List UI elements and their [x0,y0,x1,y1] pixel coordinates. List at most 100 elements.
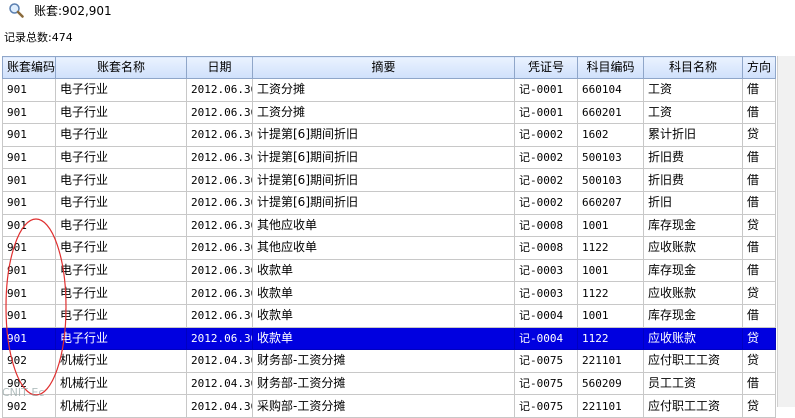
col-account-name-cell: 电子行业 [55,190,187,215]
table-row[interactable]: 902 机械行业 2012.04.30 财务部-工资分摊 记-0075 560209 员工工… [2,371,776,396]
col-date-cell: 2012.06.30 [186,258,253,283]
col-subject-name-cell: 累计折旧 [643,123,743,147]
col-direction-cell: 借 [742,236,776,260]
magnifier-icon[interactable] [8,2,24,18]
col-date-cell: 2012.04.30 [186,394,253,418]
col-summary-cell: 收款单 [252,326,515,351]
voucher-grid: 账套编码 账套名称 日期 摘要 凭证号 科目编码 科目名称 方向 901 电子行业 2012.06… [2,56,776,418]
col-account-name-cell: 电子行业 [55,100,187,125]
col-voucher-no-cell: 记-0075 [514,394,578,418]
col-summary-cell: 收款单 [252,258,515,283]
col-subject-name-header[interactable]: 科目名称 [643,56,743,79]
col-subject-name-cell: 应付职工工资 [643,349,743,373]
col-subject-name-cell: 应收账款 [643,236,743,260]
col-account-code-cell: 901 [2,258,56,283]
col-summary-cell: 计提第[6]期间折旧 [252,190,515,215]
col-summary-cell: 其他应收单 [252,213,515,238]
col-account-name-cell: 电子行业 [55,326,187,351]
col-date-cell: 2012.06.30 [186,236,253,260]
col-account-code-header[interactable]: 账套编码 [2,56,56,79]
col-account-name-cell: 电子行业 [55,258,187,283]
table-row[interactable]: 901 电子行业 2012.06.30 收款单 记-0003 1001 库存现金借 [2,258,776,283]
col-direction-cell: 借 [742,190,776,215]
col-account-name-cell: 机械行业 [55,349,187,373]
col-date-cell: 2012.06.30 [186,100,253,125]
col-date-cell: 2012.04.30 [186,349,253,373]
table-row[interactable]: 902 机械行业 2012.04.30 财务部-工资分摊 记-0075 221101 应付职… [2,349,776,373]
col-subject-code-cell: 1001 [577,303,644,328]
table-row[interactable]: 901 电子行业 2012.06.30 其他应收单 记-0008 1001 库存现金贷 [2,213,776,238]
col-direction-header[interactable]: 方向 [742,56,776,79]
col-direction-cell: 借 [742,78,776,102]
col-account-name-cell: 电子行业 [55,236,187,260]
col-account-code-cell: 901 [2,100,56,125]
col-subject-name-cell: 折旧 [643,190,743,215]
col-voucher-no-cell: 记-0001 [514,100,578,125]
table-row[interactable]: 901 电子行业 2012.06.30 计提第[6]期间折旧 记-0002 500103 折… [2,168,776,192]
col-voucher-no-cell: 记-0004 [514,303,578,328]
col-summary-cell: 计提第[6]期间折旧 [252,145,515,170]
col-subject-name-cell: 折旧费 [643,168,743,192]
col-subject-code-cell: 660201 [577,100,644,125]
table-row[interactable]: 901 电子行业 2012.06.30 工资分摊 记-0001 660104 工资借 [2,78,776,102]
col-summary-header[interactable]: 摘要 [252,56,515,79]
col-account-name-cell: 电子行业 [55,145,187,170]
col-direction-cell: 贷 [742,123,776,147]
col-summary-cell: 其他应收单 [252,236,515,260]
col-date-cell: 2012.06.30 [186,168,253,192]
col-account-code-cell: 902 [2,349,56,373]
table-row[interactable]: 901 电子行业 2012.06.30 收款单 记-0004 1122 应收账款贷 [2,326,776,351]
table-row[interactable]: 902 机械行业 2012.04.30 采购部-工资分摊 记-0075 221101 应付职… [2,394,776,418]
col-voucher-no-cell: 记-0008 [514,213,578,238]
col-subject-name-cell: 折旧费 [643,145,743,170]
col-account-code-cell: 901 [2,213,56,238]
col-subject-code-header[interactable]: 科目编码 [577,56,644,79]
col-subject-code-cell: 1122 [577,281,644,305]
col-direction-cell: 借 [742,303,776,328]
col-account-name-cell: 机械行业 [55,371,187,396]
col-voucher-no-cell: 记-0001 [514,78,578,102]
col-subject-code-cell: 500103 [577,145,644,170]
col-account-name-header[interactable]: 账套名称 [55,56,187,79]
col-direction-cell: 借 [742,371,776,396]
col-date-header[interactable]: 日期 [186,56,253,79]
table-row[interactable]: 901 电子行业 2012.06.30 收款单 记-0003 1122 应收账款贷 [2,281,776,305]
vertical-scrollbar[interactable] [777,56,795,407]
col-voucher-no-cell: 记-0008 [514,236,578,260]
col-account-code-cell: 901 [2,145,56,170]
col-subject-name-cell: 员工工资 [643,371,743,396]
col-subject-code-cell: 1122 [577,236,644,260]
col-subject-name-cell: 工资 [643,100,743,125]
table-row[interactable]: 901 电子行业 2012.06.30 计提第[6]期间折旧 记-0002 660207 折… [2,190,776,215]
col-summary-cell: 财务部-工资分摊 [252,349,515,373]
table-row[interactable]: 901 电子行业 2012.06.30 其他应收单 记-0008 1122 应收账款借 [2,236,776,260]
col-account-code-cell: 901 [2,326,56,351]
record-count: 记录总数:474 [4,31,73,44]
col-account-name-cell: 电子行业 [55,281,187,305]
col-date-cell: 2012.06.30 [186,190,253,215]
table-row[interactable]: 901 电子行业 2012.06.30 计提第[6]期间折旧 记-0002 500103 折… [2,145,776,170]
col-summary-cell: 工资分摊 [252,78,515,102]
col-voucher-no-cell: 记-0004 [514,326,578,351]
col-account-name-cell: 电子行业 [55,123,187,147]
table-row[interactable]: 901 电子行业 2012.06.30 计提第[6]期间折旧 记-0002 1602 累计折… [2,123,776,147]
col-summary-cell: 收款单 [252,303,515,328]
col-subject-code-cell: 221101 [577,394,644,418]
col-voucher-no-cell: 记-0002 [514,190,578,215]
col-date-cell: 2012.04.30 [186,371,253,396]
col-voucher-no-cell: 记-0002 [514,145,578,170]
col-date-cell: 2012.06.30 [186,326,253,351]
col-summary-cell: 工资分摊 [252,100,515,125]
col-subject-name-cell: 应付职工工资 [643,394,743,418]
col-direction-cell: 借 [742,100,776,125]
table-row[interactable]: 901 电子行业 2012.06.30 工资分摊 记-0001 660201 工资借 [2,100,776,125]
col-voucher-no-cell: 记-0075 [514,371,578,396]
col-voucher-no-header[interactable]: 凭证号 [514,56,578,79]
col-direction-cell: 贷 [742,349,776,373]
col-subject-code-cell: 221101 [577,349,644,373]
col-subject-code-cell: 1602 [577,123,644,147]
table-row[interactable]: 901 电子行业 2012.06.30 收款单 记-0004 1001 库存现金借 [2,303,776,328]
col-direction-cell: 贷 [742,213,776,238]
watermark: CNIT Ec [2,386,45,399]
col-subject-name-cell: 应收账款 [643,326,743,351]
